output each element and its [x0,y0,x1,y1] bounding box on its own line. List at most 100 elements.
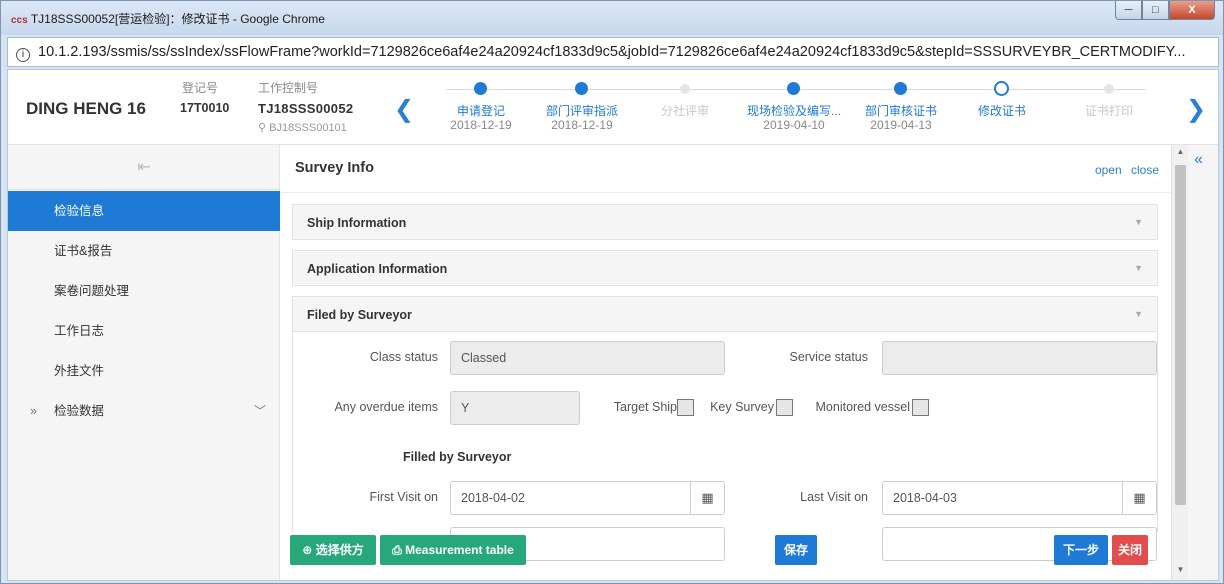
step-pending-dot [1104,84,1114,94]
steps-next-arrow[interactable]: ❯ [1186,98,1206,122]
link-icon: ⚲ [258,122,270,134]
target-ship-checkbox[interactable] [677,399,694,416]
target-ship-label: Target Ship [613,400,677,414]
last-visit-label: Last Visit on [800,490,868,504]
sidebar-item-label: 案卷问题处理 [54,284,130,298]
workflow-steps: 申请登记 2018-12-19 部门评审指派 2018-12-19 分社评审 现… [426,70,1176,145]
sidebar-collapse-icon[interactable]: ⇤ [8,145,280,190]
close-window-button[interactable]: X [1169,1,1215,20]
step-pending-dot [680,84,690,94]
class-status-field[interactable]: Classed [450,341,725,375]
title-bar: ccs TJ18SSS00052[营运检验]：修改证书 - Google Chr… [1,1,1223,35]
service-status-label: Service status [789,350,868,364]
maximize-button[interactable]: □ [1142,1,1169,20]
scroll-up-icon[interactable]: ▲ [1172,147,1189,156]
work-control-value: TJ18SSS00052 [258,101,354,116]
class-status-label: Class status [369,350,438,364]
step-date: 2018-12-19 [450,118,512,132]
chevron-down-icon: ﹀ [253,404,266,418]
last-visit-field[interactable]: 2018-04-03 ▦ [882,481,1157,515]
step-current-dot [994,81,1009,96]
next-step-button[interactable]: 下一步 [1054,535,1108,565]
main-content: Survey Info open close Ship Information … [281,145,1181,580]
browser-window: ccs TJ18SSS00052[营运检验]：修改证书 - Google Chr… [0,0,1224,584]
choose-supplier-button[interactable]: ⊕ 选择供方 [290,535,376,565]
open-all-link[interactable]: open [1095,163,1122,177]
scroll-thumb[interactable] [1175,165,1186,505]
sidebar: ⇤ 检验信息 证书&报告 案卷问题处理 工作日志 外挂文件 » 检验数据 ﹀ [8,145,280,580]
choose-supplier-label: 选择供方 [315,543,364,557]
first-visit-value: 2018-04-02 [461,491,525,505]
address-bar[interactable]: i 10.1.2.193/ssmis/ss/ssIndex/ssFlowFram… [7,37,1219,67]
calendar-icon[interactable]: ▦ [690,482,724,514]
sidebar-item-label: 检验数据 [54,404,105,418]
expand-panel-icon[interactable]: « [1194,151,1203,169]
linked-job-text: BJ18SSS00101 [269,122,347,134]
close-button[interactable]: 关闭 [1112,535,1148,565]
first-visit-label: First Visit on [369,490,438,504]
step-done-dot [787,82,800,95]
linked-job-number[interactable]: ⚲ BJ18SSS00101 [258,121,347,134]
step-name: 部门评审指派 [545,104,618,118]
sidebar-item-survey-data[interactable]: » 检验数据 ﹀ [8,391,280,431]
key-survey-label: Key Survey [710,400,774,414]
step-date: 2018-12-19 [551,118,613,132]
step-date: 2019-04-10 [763,118,825,132]
sidebar-item-work-log[interactable]: 工作日志 [8,311,280,351]
expand-icon: » [30,404,37,418]
sidebar-item-file-issues[interactable]: 案卷问题处理 [8,271,280,311]
url-text[interactable]: 10.1.2.193/ssmis/ss/ssIndex/ssFlowFrame?… [38,44,1185,60]
panel-application-information[interactable]: Application Information ▼ [292,250,1158,286]
panel-title: Filed by Surveyor [307,308,412,322]
window-title-text: TJ18SSS00052[营运检验]：修改证书 - Google Chrome [30,12,325,26]
calendar-icon[interactable]: ▦ [1122,482,1156,514]
job-header: DING HENG 16 登记号 17T0010 工作控制号 TJ18SSS00… [8,70,1218,145]
monitored-vessel-checkbox[interactable] [912,399,929,416]
filled-by-surveyor-title: Filled by Surveyor [403,450,512,464]
step-done-dot [474,82,487,95]
step-done-dot [575,82,588,95]
step-name: 修改证书 [977,104,1026,118]
sidebar-item-label: 外挂文件 [54,364,105,378]
first-visit-field[interactable]: 2018-04-02 ▦ [450,481,725,515]
filed-by-surveyor-body: Class status Classed Service status Any … [292,332,1158,561]
sidebar-item-attachments[interactable]: 外挂文件 [8,351,280,391]
save-button[interactable]: 保存 [775,535,817,565]
print-icon: ⎙ [392,543,406,557]
panel-filed-by-surveyor[interactable]: Filed by Surveyor ▼ [292,296,1158,332]
service-status-field[interactable] [882,341,1157,375]
window-controls: ─ □ X [1115,1,1215,20]
close-all-link[interactable]: close [1131,163,1159,177]
measurement-table-button[interactable]: ⎙ Measurement table [380,535,526,565]
reg-number-label: 登记号 [182,81,219,95]
overdue-items-field[interactable]: Y [450,391,580,425]
step-name: 申请登记 [456,104,505,118]
caret-down-icon: ▼ [1134,309,1143,319]
minimize-button[interactable]: ─ [1115,1,1142,20]
sidebar-item-survey-info[interactable]: 检验信息 [8,191,280,231]
scroll-down-icon[interactable]: ▼ [1172,565,1189,574]
panel-title: Application Information [307,262,448,276]
page-content: DING HENG 16 登记号 17T0010 工作控制号 TJ18SSS00… [7,69,1219,581]
steps-prev-arrow[interactable]: ❮ [394,98,414,122]
vertical-scrollbar[interactable]: ▲ ▼ [1171,145,1189,580]
section-divider [281,192,1181,193]
info-icon[interactable]: i [16,48,30,62]
step-name: 现场检验及编写... [746,104,841,118]
step-done-dot [894,82,907,95]
key-survey-checkbox[interactable] [776,399,793,416]
step-name: 分社评审 [660,104,709,118]
open-close-links: open close [1089,163,1159,177]
caret-down-icon: ▼ [1134,217,1143,227]
panel-title: Ship Information [307,216,407,230]
reg-number-value: 17T0010 [180,101,230,115]
sidebar-item-certificates[interactable]: 证书&报告 [8,231,280,271]
step-date: 2019-04-13 [870,118,932,132]
panel-ship-information[interactable]: Ship Information ▼ [292,204,1158,240]
work-control-label: 工作控制号 [258,81,319,95]
last-visit-value: 2018-04-03 [893,491,957,505]
monitored-vessel-label: Monitored vessel [815,400,911,414]
sidebar-item-label: 证书&报告 [54,244,113,258]
caret-down-icon: ▼ [1134,263,1143,273]
overdue-items-label: Any overdue items [334,400,438,414]
